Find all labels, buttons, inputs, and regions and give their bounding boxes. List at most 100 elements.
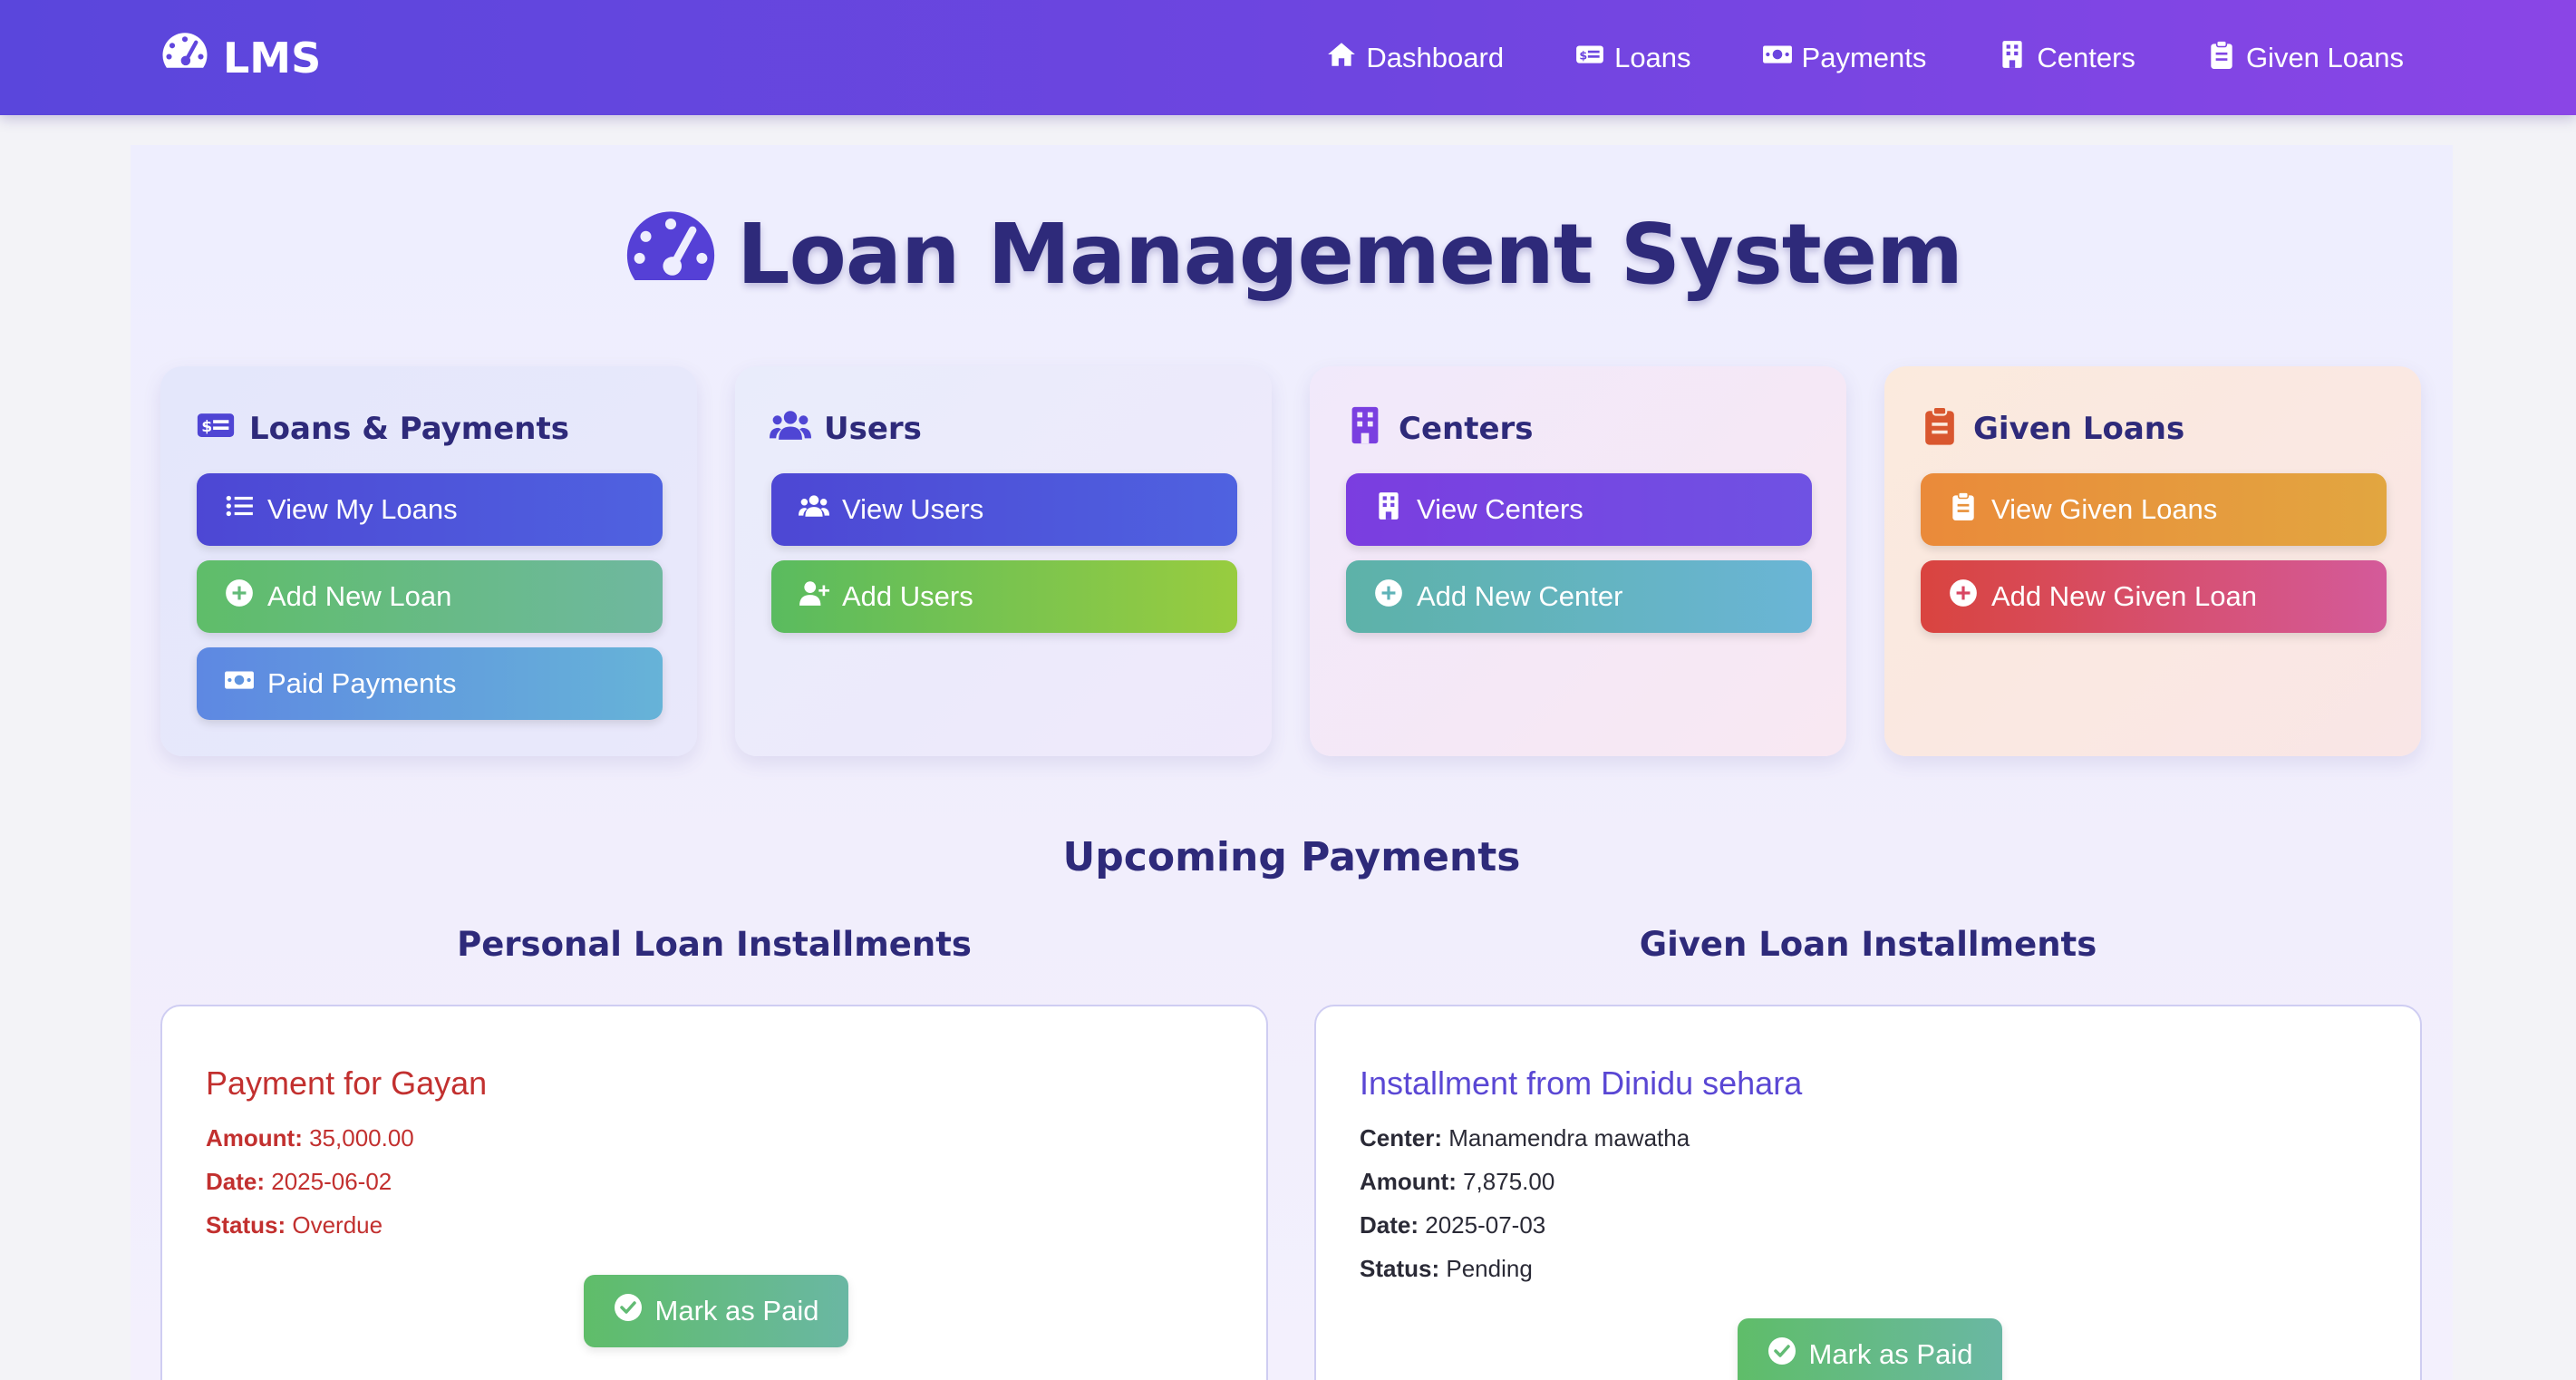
card-given-loans: Given Loans View Given Loans Add New Giv…: [1884, 366, 2421, 756]
brand-logo[interactable]: LMS: [160, 32, 322, 83]
clipboard-icon: [1948, 491, 1979, 529]
card-users: Users View Users Add Users: [735, 366, 1272, 756]
status-label: Status:: [206, 1211, 286, 1239]
mark-as-paid-button[interactable]: Mark as Paid: [1738, 1318, 2002, 1380]
brand-name: LMS: [223, 34, 322, 83]
plus-circle-icon: [1373, 578, 1404, 616]
tachometer-icon: [621, 202, 721, 306]
given-installments-heading: Given Loan Installments: [1639, 925, 2097, 964]
card-title: Loans & Payments: [249, 411, 569, 447]
money-bill-icon: [1762, 39, 1793, 77]
nav-links: Dashboard $ Loans Payments Centers Given…: [1326, 36, 2404, 80]
view-my-loans-button[interactable]: View My Loans: [197, 473, 663, 546]
card-header: $ Loans & Payments: [195, 406, 569, 452]
amount-value: 7,875.00: [1463, 1168, 1555, 1195]
payment-date: Date: 2025-06-02: [206, 1168, 392, 1196]
page-header: Loan Management System: [131, 204, 2453, 304]
date-value: 2025-06-02: [271, 1168, 392, 1195]
view-users-button[interactable]: View Users: [771, 473, 1237, 546]
payment-status: Status: Overdue: [206, 1211, 383, 1239]
building-icon: [1997, 39, 2028, 77]
building-icon: [1373, 491, 1404, 529]
button-label: Add New Loan: [267, 580, 452, 612]
button-label: Add New Given Loan: [1991, 580, 2257, 612]
plus-circle-icon: [1948, 578, 1979, 616]
card-title: Users: [824, 411, 922, 447]
nav-payments[interactable]: Payments: [1762, 39, 1927, 77]
clipboard-icon: [2206, 39, 2237, 77]
installment-status: Status: Pending: [1360, 1255, 1533, 1283]
clipboard-icon: [1919, 404, 1961, 454]
date-value: 2025-07-03: [1425, 1211, 1546, 1239]
given-payment-card: Installment from Dinidu sehara Center: M…: [1314, 1005, 2422, 1380]
money-check-icon: $: [1574, 39, 1605, 77]
check-circle-icon: [1767, 1336, 1796, 1373]
add-new-center-button[interactable]: Add New Center: [1346, 560, 1812, 633]
check-circle-icon: [614, 1293, 643, 1329]
date-label: Date:: [206, 1168, 266, 1195]
personal-installments-heading: Personal Loan Installments: [457, 925, 972, 964]
mark-as-paid-button[interactable]: Mark as Paid: [584, 1275, 848, 1347]
upcoming-payments-title: Upcoming Payments: [1062, 834, 1521, 880]
installment-amount: Amount: 7,875.00: [1360, 1168, 1554, 1196]
button-label: View Given Loans: [1991, 493, 2218, 525]
nav-loans[interactable]: $ Loans: [1574, 39, 1691, 77]
nav-payments-label: Payments: [1801, 42, 1927, 73]
add-new-given-loan-button[interactable]: Add New Given Loan: [1921, 560, 2387, 633]
add-new-loan-button[interactable]: Add New Loan: [197, 560, 663, 633]
amount-value: 35,000.00: [309, 1124, 414, 1152]
nav-dashboard-label: Dashboard: [1366, 42, 1505, 73]
personal-payment-card: Payment for Gayan Amount: 35,000.00 Date…: [160, 1005, 1268, 1380]
status-value: Pending: [1446, 1255, 1533, 1282]
button-label: View Centers: [1417, 493, 1583, 525]
installment-center: Center: Manamendra mawatha: [1360, 1124, 1690, 1152]
button-label: Mark as Paid: [1808, 1338, 1973, 1370]
card-header: Users: [770, 406, 922, 452]
amount-label: Amount:: [1360, 1168, 1457, 1195]
button-label: View My Loans: [267, 493, 458, 525]
button-label: Paid Payments: [267, 667, 457, 699]
users-icon: [799, 491, 829, 529]
card-centers: Centers View Centers Add New Center: [1310, 366, 1846, 756]
installment-date: Date: 2025-07-03: [1360, 1211, 1545, 1239]
paid-payments-button[interactable]: Paid Payments: [197, 647, 663, 720]
add-users-button[interactable]: Add Users: [771, 560, 1237, 633]
card-loans-payments: $ Loans & Payments View My Loans Add New…: [160, 366, 697, 756]
plus-circle-icon: [224, 578, 255, 616]
center-label: Center:: [1360, 1124, 1443, 1152]
card-header: Centers: [1344, 406, 1534, 452]
view-centers-button[interactable]: View Centers: [1346, 473, 1812, 546]
nav-given-loans[interactable]: Given Loans: [2206, 39, 2404, 77]
center-value: Manamendra mawatha: [1448, 1124, 1690, 1152]
page-title: Loan Management System: [737, 205, 1963, 303]
payment-title: Payment for Gayan: [206, 1064, 488, 1102]
main-container: Loan Management System $ Loans & Payment…: [131, 145, 2453, 1380]
payment-amount: Amount: 35,000.00: [206, 1124, 414, 1152]
top-navbar: LMS Dashboard $ Loans Payments Centers G…: [0, 0, 2576, 115]
home-icon: [1326, 39, 1357, 77]
users-icon: [770, 404, 811, 454]
nav-given-loans-label: Given Loans: [2245, 42, 2404, 73]
svg-text:$: $: [1579, 49, 1587, 63]
installment-title: Installment from Dinidu sehara: [1360, 1064, 1803, 1102]
tachometer-icon: [160, 28, 210, 89]
money-check-icon: $: [195, 404, 237, 454]
building-icon: [1344, 404, 1386, 454]
button-label: View Users: [842, 493, 984, 525]
svg-text:$: $: [201, 418, 212, 436]
user-plus-icon: [799, 578, 829, 616]
status-value: Overdue: [292, 1211, 383, 1239]
button-label: Add Users: [842, 580, 973, 612]
date-label: Date:: [1360, 1211, 1419, 1239]
nav-loans-label: Loans: [1614, 42, 1691, 73]
button-label: Mark as Paid: [654, 1295, 819, 1327]
nav-centers-label: Centers: [2037, 42, 2135, 73]
nav-dashboard[interactable]: Dashboard: [1326, 39, 1504, 77]
amount-label: Amount:: [206, 1124, 303, 1152]
card-header: Given Loans: [1919, 404, 2184, 454]
nav-centers[interactable]: Centers: [1997, 39, 2135, 77]
view-given-loans-button[interactable]: View Given Loans: [1921, 473, 2387, 546]
button-label: Add New Center: [1417, 580, 1623, 612]
status-label: Status:: [1360, 1255, 1440, 1282]
list-icon: [224, 491, 255, 529]
